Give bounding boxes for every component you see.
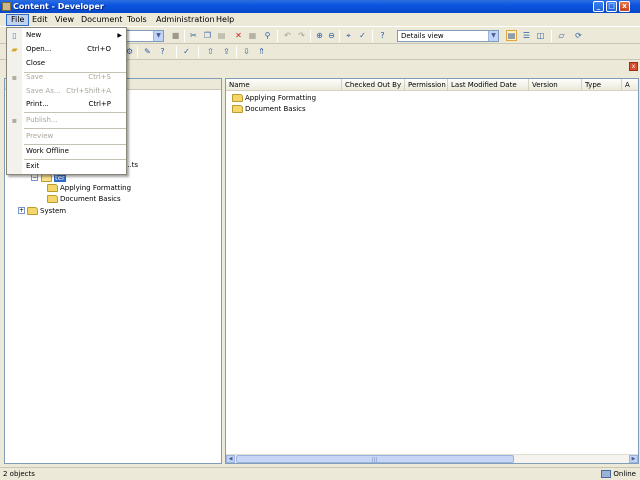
column-last-modified[interactable]: Last Modified Date bbox=[448, 79, 529, 91]
window-title: Content - Developer bbox=[13, 2, 104, 11]
edit-document-icon[interactable]: ✎ bbox=[142, 46, 153, 57]
paste-icon[interactable]: ▤ bbox=[216, 30, 227, 41]
delete-icon[interactable]: ✕ bbox=[233, 30, 244, 41]
menu-item-new[interactable]: ▯ New ▶ bbox=[7, 29, 126, 42]
spellcheck-icon[interactable]: ✓ bbox=[357, 30, 368, 41]
collapse-icon[interactable]: ⊖ bbox=[326, 30, 337, 41]
upload-icon[interactable]: ⇑ bbox=[256, 46, 267, 57]
folder-icon bbox=[47, 195, 58, 203]
location-combo[interactable]: ▼ bbox=[126, 30, 164, 42]
list-item[interactable]: Document Basics bbox=[232, 104, 306, 115]
properties-icon[interactable]: ▦ bbox=[247, 30, 258, 41]
new-document-icon: ▯ bbox=[12, 31, 17, 40]
column-name[interactable]: Name bbox=[226, 79, 342, 91]
menu-file[interactable]: File bbox=[6, 14, 30, 26]
status-bar: 2 objects Online bbox=[0, 467, 640, 480]
details-view-icon[interactable]: ▤ bbox=[506, 30, 517, 41]
column-checked-out-by[interactable]: Checked Out By bbox=[342, 79, 405, 91]
refresh-icon[interactable]: ⟳ bbox=[573, 30, 584, 41]
move-icon[interactable]: ⇪ bbox=[221, 46, 232, 57]
expand-icon[interactable]: + bbox=[18, 207, 25, 214]
menu-item-open[interactable]: ▰ Open... Ctrl+O bbox=[7, 43, 126, 56]
list-item[interactable]: Applying Formatting bbox=[232, 93, 316, 104]
object-count: 2 objects bbox=[3, 470, 35, 478]
menu-item-print[interactable]: Print... Ctrl+P bbox=[7, 98, 126, 111]
menu-item-preview: Preview bbox=[26, 132, 54, 140]
chevron-down-icon[interactable]: ▼ bbox=[488, 31, 498, 41]
app-icon bbox=[2, 2, 11, 11]
folder-open-icon bbox=[41, 174, 52, 182]
menu-item-close[interactable]: Close bbox=[7, 57, 126, 70]
copy-icon[interactable]: ❐ bbox=[202, 30, 213, 41]
view-mode-value: Details view bbox=[401, 32, 444, 40]
folder-icon bbox=[47, 184, 58, 192]
open-folder-icon: ▰ bbox=[11, 45, 18, 54]
menu-view[interactable]: View bbox=[51, 14, 78, 26]
menu-administration[interactable]: Administration bbox=[152, 14, 219, 26]
download-icon[interactable]: ⇩ bbox=[241, 46, 252, 57]
scroll-left-icon[interactable]: ◀ bbox=[226, 455, 235, 463]
folder-icon bbox=[232, 94, 243, 102]
menu-item-work-offline[interactable]: Work Offline bbox=[7, 145, 126, 158]
cut-icon[interactable]: ✂ bbox=[188, 30, 199, 41]
file-menu-dropdown: ▯ New ▶ ▰ Open... Ctrl+O Close ▪ Save Ct… bbox=[6, 27, 127, 175]
view-mode-combo[interactable]: Details view ▼ bbox=[397, 30, 499, 42]
column-version[interactable]: Version bbox=[529, 79, 582, 91]
list-pane[interactable]: Name Checked Out By Permission Last Modi… bbox=[225, 78, 639, 464]
split-view-icon[interactable]: ◫ bbox=[535, 30, 546, 41]
column-permission[interactable]: Permission bbox=[405, 79, 448, 91]
folder-icon bbox=[27, 207, 38, 215]
help-icon[interactable]: ? bbox=[377, 30, 388, 41]
undo-icon[interactable]: ↶ bbox=[282, 30, 293, 41]
menu-item-publish: ▪ Publish... bbox=[11, 116, 58, 125]
menu-document[interactable]: Document bbox=[77, 14, 126, 26]
column-more[interactable]: A bbox=[622, 79, 638, 91]
scroll-thumb[interactable]: ||| bbox=[236, 455, 514, 463]
menu-edit[interactable]: Edit bbox=[28, 14, 52, 26]
menu-item-save-as: Save As... Ctrl+Shift+A bbox=[26, 87, 111, 95]
redo-icon[interactable]: ↷ bbox=[296, 30, 307, 41]
title-bar: Content - Developer _ □ x bbox=[0, 0, 640, 13]
publish-icon: ▪ bbox=[11, 116, 18, 125]
menu-bar: File Edit View Document Tools Administra… bbox=[0, 13, 640, 27]
connection-status: Online bbox=[601, 468, 636, 480]
submenu-arrow-icon: ▶ bbox=[117, 32, 122, 39]
tree-node[interactable]: Applying Formatting bbox=[47, 183, 131, 193]
folder-up-icon[interactable]: ▱ bbox=[556, 30, 567, 41]
column-type[interactable]: Type bbox=[582, 79, 622, 91]
network-icon bbox=[601, 470, 612, 478]
document-help-icon[interactable]: ? bbox=[157, 46, 168, 57]
expand-icon[interactable]: ⊕ bbox=[314, 30, 325, 41]
save-icon: ▪ bbox=[11, 73, 18, 82]
binoculars-icon[interactable]: ⌖ bbox=[343, 30, 354, 41]
menu-help[interactable]: Help bbox=[212, 14, 238, 26]
stop-icon[interactable]: ■ bbox=[170, 30, 181, 41]
column-headers: Name Checked Out By Permission Last Modi… bbox=[226, 79, 638, 91]
minimize-button[interactable]: _ bbox=[593, 1, 604, 12]
move-up-icon[interactable]: ⇧ bbox=[205, 46, 216, 57]
find-icon[interactable]: ⚲ bbox=[262, 30, 273, 41]
close-button[interactable]: x bbox=[619, 1, 630, 12]
collapse-icon[interactable]: − bbox=[31, 174, 38, 181]
maximize-button[interactable]: □ bbox=[606, 1, 617, 12]
menu-item-save: ▪ Save Ctrl+S bbox=[11, 73, 111, 82]
close-icon[interactable]: x bbox=[629, 62, 638, 71]
tree-node[interactable]: Document Basics bbox=[47, 194, 121, 204]
folder-icon bbox=[232, 105, 243, 113]
menu-tools[interactable]: Tools bbox=[123, 14, 151, 26]
chevron-down-icon[interactable]: ▼ bbox=[153, 31, 163, 41]
approve-icon[interactable]: ✓ bbox=[181, 46, 192, 57]
list-view-icon[interactable]: ☰ bbox=[521, 30, 532, 41]
horizontal-scrollbar[interactable]: ◀ ||| ▶ bbox=[226, 454, 638, 463]
menu-item-exit[interactable]: Exit bbox=[7, 160, 126, 173]
scroll-right-icon[interactable]: ▶ bbox=[629, 455, 638, 463]
